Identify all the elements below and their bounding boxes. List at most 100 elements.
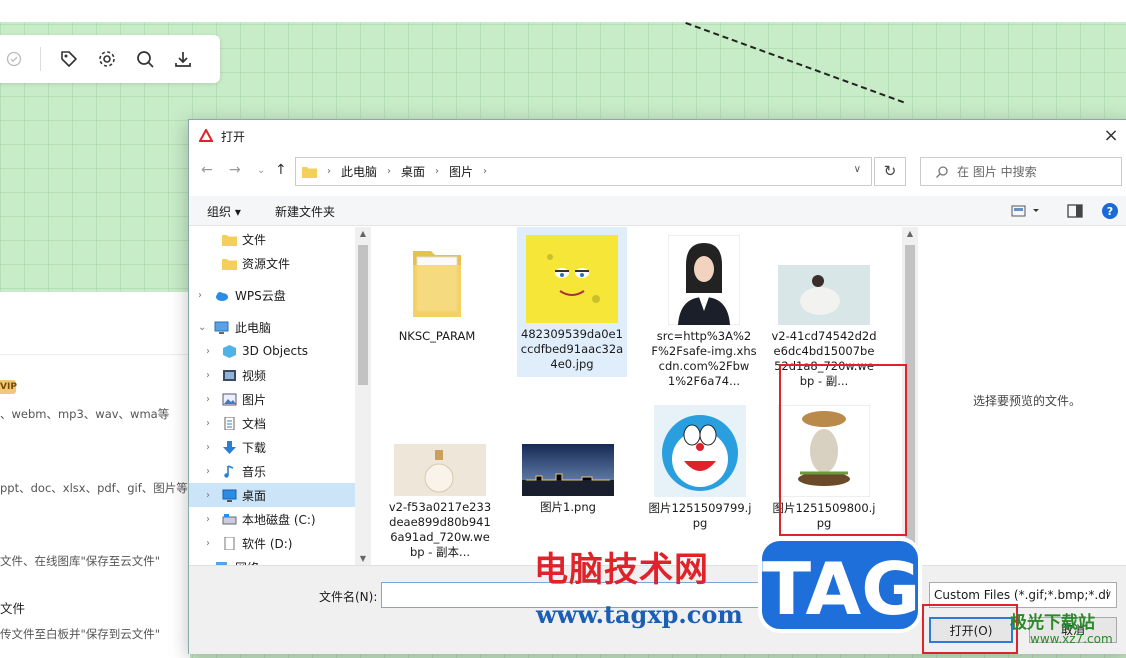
scroll-up-icon[interactable]: ▲	[355, 229, 371, 238]
picture-icon	[222, 393, 237, 405]
close-button[interactable]: ×	[1101, 126, 1121, 146]
svg-text:?: ?	[1107, 205, 1113, 218]
tree-item-drive-c[interactable]: › 本地磁盘 (C:)	[189, 507, 355, 531]
folder-icon	[222, 234, 237, 246]
night-city-thumbnail	[522, 444, 614, 496]
tree-item-videos[interactable]: › 视频	[189, 363, 355, 387]
chevron-right-icon[interactable]: ›	[206, 346, 210, 357]
scroll-down-icon[interactable]: ▼	[355, 554, 371, 563]
tree-item-downloads[interactable]: › 下载	[189, 435, 355, 459]
up-button[interactable]: ↑	[275, 162, 287, 178]
tree-item-this-pc[interactable]: ⌄ 此电脑	[189, 315, 355, 339]
chevron-right-icon[interactable]: ›	[198, 290, 202, 301]
chevron-down-icon: ∨	[1104, 589, 1112, 600]
panel-divider	[0, 354, 190, 355]
search-input[interactable]: 在 图片 中搜索	[957, 163, 1037, 180]
file-item[interactable]: 图片1.png	[513, 444, 623, 515]
organize-button[interactable]: 组织 ▾	[207, 203, 241, 220]
tree-item-label: 图片	[242, 392, 267, 407]
chevron-down-icon[interactable]: ∨	[854, 164, 861, 175]
watermark-site2-url: www.xz7.com	[1030, 632, 1113, 646]
chevron-right-icon: ›	[387, 166, 392, 177]
filetype-value: Custom Files (*.gif;*.bmp;*.di	[934, 588, 1110, 602]
computer-icon	[214, 321, 229, 334]
dialog-title: 打开	[221, 129, 246, 144]
folder-icon	[222, 258, 237, 270]
scrollbar-thumb[interactable]	[358, 245, 368, 385]
chevron-down-icon[interactable]: ⌄	[198, 322, 206, 333]
tree-item-documents[interactable]: › 文档	[189, 411, 355, 435]
tree-item-resources[interactable]: 资源文件	[189, 251, 355, 275]
navigation-tree: 文件 资源文件 › WPS云盘 ⌄ 此电脑 › 3D Objects › 视频 …	[189, 227, 355, 565]
chevron-right-icon[interactable]: ›	[206, 418, 210, 429]
document-icon	[224, 416, 235, 430]
doraemon-thumbnail	[654, 405, 746, 497]
refresh-button[interactable]: ↻	[874, 157, 906, 186]
tree-item-pictures[interactable]: › 图片	[189, 387, 355, 411]
search-icon[interactable]	[135, 49, 155, 69]
scroll-up-icon[interactable]: ▲	[902, 229, 918, 238]
search-icon	[936, 165, 948, 178]
cube-icon	[223, 344, 236, 358]
chevron-right-icon[interactable]: ›	[206, 466, 210, 477]
drive-icon	[224, 536, 235, 550]
file-name: src=http%3A%2F%2Fsafe-img.xhscdn.com%2Fb…	[651, 329, 757, 388]
canvas-top-strip	[0, 0, 1126, 22]
breadcrumb-pictures[interactable]: 图片	[449, 163, 473, 180]
file-item[interactable]: 图片1251509799.jpg	[645, 405, 755, 531]
download-icon[interactable]	[173, 49, 193, 69]
highlight-box-selected-file	[779, 364, 907, 536]
file-item[interactable]: 482309539da0e1ccdfbed91aac32a4e0.jpg	[517, 227, 627, 377]
chevron-right-icon[interactable]: ›	[206, 490, 210, 501]
file-name: v2-f53a0217e233deae899d80b9416a91ad_720w…	[388, 500, 492, 559]
preview-pane-text: 选择要预览的文件。	[973, 394, 1082, 408]
watermark-site2: 极光下载站	[1010, 613, 1095, 633]
search-box[interactable]: 在 图片 中搜索	[920, 157, 1122, 186]
tree-item-3d-objects[interactable]: › 3D Objects	[189, 339, 355, 363]
preview-pane-icon[interactable]	[1067, 204, 1083, 218]
tree-item-drive-d[interactable]: › 软件 (D:)	[189, 531, 355, 555]
chevron-right-icon: ›	[483, 166, 488, 177]
folder-icon	[413, 251, 461, 317]
help-icon[interactable]: ?	[1101, 202, 1119, 220]
file-name: 图片1.png	[540, 500, 596, 514]
tree-item-wps-cloud[interactable]: › WPS云盘	[189, 283, 355, 307]
forward-button[interactable]: →	[229, 162, 241, 178]
chevron-right-icon[interactable]: ›	[206, 538, 210, 549]
file-item[interactable]: v2-f53a0217e233deae899d80b9416a91ad_720w…	[385, 444, 495, 560]
tree-item-music[interactable]: › 音乐	[189, 459, 355, 483]
file-item[interactable]: NKSC_PARAM	[382, 235, 492, 344]
gear-icon[interactable]	[97, 49, 117, 69]
tag-icon[interactable]	[59, 49, 79, 69]
desktop-icon	[222, 489, 237, 502]
tree-item-network[interactable]: › 网络	[189, 555, 355, 565]
chevron-right-icon: ›	[435, 166, 440, 177]
recent-locations-button[interactable]: ⌄	[257, 165, 265, 176]
breadcrumb-desktop[interactable]: 桌面	[401, 163, 425, 180]
tree-item-label: 视频	[242, 368, 267, 383]
back-button[interactable]: ←	[201, 162, 213, 178]
chevron-right-icon[interactable]: ›	[206, 442, 210, 453]
spongebob-thumbnail	[526, 235, 618, 323]
address-bar[interactable]: › 此电脑 › 桌面 › 图片 › ∨	[295, 157, 872, 186]
chevron-right-icon[interactable]: ›	[206, 394, 210, 405]
portrait-thumbnail	[667, 234, 741, 326]
file-item[interactable]: src=http%3A%2F%2Fsafe-img.xhscdn.com%2Fb…	[649, 234, 759, 389]
toolbar-divider	[40, 47, 41, 71]
tree-item-label: 本地磁盘 (C:)	[242, 512, 316, 527]
check-circle-icon[interactable]	[6, 51, 22, 67]
vip-badge: VIP	[0, 380, 17, 394]
tree-scrollbar[interactable]: ▲ ▼	[355, 227, 371, 565]
breadcrumb-this-pc[interactable]: 此电脑	[341, 163, 377, 180]
dashed-connector	[685, 22, 905, 104]
file-name: 图片1251509799.jpg	[648, 501, 752, 530]
file-name: NKSC_PARAM	[398, 329, 476, 343]
tree-item-label: 资源文件	[242, 256, 291, 271]
new-folder-button[interactable]: 新建文件夹	[275, 203, 335, 220]
chevron-right-icon[interactable]: ›	[206, 370, 210, 381]
chevron-right-icon[interactable]: ›	[206, 514, 210, 525]
view-options-icon[interactable]	[1011, 204, 1041, 218]
tree-item-files[interactable]: 文件	[189, 227, 355, 251]
tree-item-desktop[interactable]: › 桌面	[189, 483, 355, 507]
background-side-panel: VIP 、webm、mp3、wav、wma等 ppt、doc、xlsx、pdf、…	[0, 292, 190, 658]
